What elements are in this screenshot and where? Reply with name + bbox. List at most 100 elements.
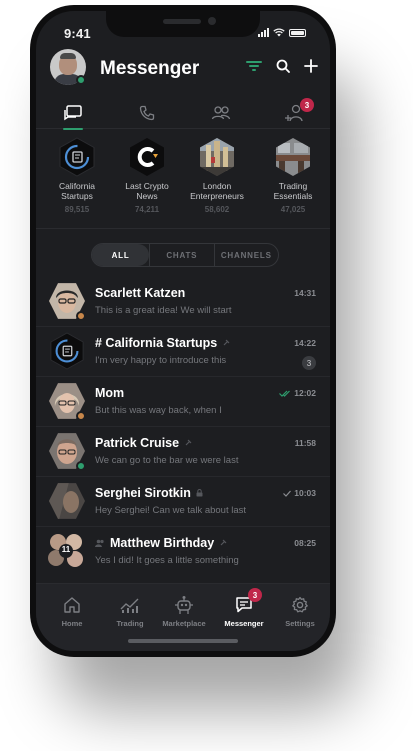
channel-thumb	[274, 137, 312, 177]
nav-label: Home	[61, 619, 83, 628]
chat-row[interactable]: Patrick Cruise We can go to the bar we w…	[36, 427, 330, 477]
gear-icon	[292, 596, 308, 613]
chat-bubbles-icon	[64, 105, 82, 121]
tab-requests[interactable]: 3	[270, 97, 320, 129]
chat-row[interactable]: Serghei Sirotkin Hey Serghei! Can we tal…	[36, 477, 330, 527]
chat-preview: Hey Serghei! Can we talk about last	[95, 505, 247, 516]
channel-count: 47,025	[280, 205, 306, 214]
contacts-icon	[211, 106, 231, 120]
crypto-logo-icon	[130, 138, 164, 176]
channel-count: 89,515	[64, 205, 90, 214]
category-tabs: 3	[36, 97, 330, 130]
channel-count: 74,211	[134, 205, 160, 214]
nav-marketplace[interactable]: Marketplace	[156, 594, 212, 628]
channel-thumb	[198, 137, 236, 177]
search-icon[interactable]	[276, 59, 290, 73]
status-bar: 9:41	[36, 26, 330, 42]
chat-time: 10:03	[283, 488, 316, 498]
nav-settings[interactable]: Settings	[272, 594, 328, 628]
chat-time: 08:25	[294, 538, 316, 548]
channel-card[interactable]: California Startups 89,515	[44, 137, 110, 214]
bottom-navigation: Home Trading Marketplace 3 Messenger Set…	[36, 583, 330, 651]
contact-avatar	[49, 382, 86, 421]
filter-chats[interactable]: CHATS	[149, 244, 213, 266]
chat-row[interactable]: # California Startups I'm very happy to …	[36, 327, 330, 377]
group-avatar: 11	[47, 532, 85, 570]
double-check-icon	[279, 390, 291, 397]
chat-preview: I'm very happy to introduce this	[95, 355, 227, 366]
channel-card[interactable]: Trading Essentials 47,025	[260, 137, 326, 214]
chat-preview: But this was way back, when I	[95, 405, 222, 416]
filter-icon[interactable]	[246, 60, 262, 72]
chat-name: Patrick Cruise	[95, 436, 192, 450]
tab-contacts[interactable]	[196, 97, 246, 129]
nav-label: Messenger	[224, 619, 264, 628]
phone-frame: 9:41 Messenger 3 California Startups 89,…	[30, 5, 336, 657]
chat-time: 11:58	[294, 438, 316, 448]
status-dot	[76, 461, 86, 471]
chat-time: 14:31	[294, 288, 316, 298]
filter-all[interactable]: ALL	[92, 244, 150, 266]
pin-icon	[185, 439, 192, 446]
chat-list: Scarlett Katzen This is a great idea! We…	[36, 277, 330, 577]
nav-label: Trading	[116, 619, 144, 628]
wifi-icon	[273, 28, 285, 37]
contact-avatar	[49, 482, 85, 520]
group-member-count: 11	[61, 545, 71, 554]
channel-name-line2: Enterpreneurs	[190, 191, 244, 201]
nav-messenger[interactable]: 3 Messenger	[216, 588, 272, 628]
startups-logo-icon	[50, 332, 84, 370]
channel-card[interactable]: London Enterpreneurs 58,602	[184, 137, 250, 214]
chat-preview: Yes I did! It goes a little something	[95, 555, 239, 566]
check-icon	[283, 490, 292, 497]
chat-name: Mom	[95, 386, 125, 400]
status-dot	[76, 411, 86, 421]
nav-label: Settings	[285, 619, 315, 628]
app-screen: 9:41 Messenger 3 California Startups 89,…	[36, 11, 330, 651]
speaker	[163, 19, 201, 24]
channel-name-line2: Startups	[61, 191, 93, 201]
chat-row[interactable]: 11 Matthew Birthday Yes I did! It goes a…	[36, 527, 330, 577]
status-dot	[76, 311, 86, 321]
home-indicator[interactable]	[128, 639, 238, 643]
channel-count: 58,602	[204, 205, 230, 214]
online-status-dot	[76, 75, 86, 85]
trading-photo-icon	[276, 138, 310, 176]
add-icon[interactable]	[304, 59, 318, 73]
group-icon	[95, 539, 104, 547]
chat-row[interactable]: Scarlett Katzen This is a great idea! We…	[36, 277, 330, 327]
lock-icon	[196, 489, 203, 497]
header: Messenger	[50, 49, 318, 91]
channel-name-line2: Essentials	[273, 191, 313, 201]
channel-card[interactable]: Last Crypto News 74,211	[114, 137, 180, 214]
channel-avatar	[49, 332, 85, 370]
chat-filter-segmented: ALL CHATS CHANNELS	[91, 243, 279, 267]
home-icon	[64, 597, 80, 613]
header-actions	[246, 59, 318, 73]
channel-name-line2: News	[136, 191, 158, 201]
pin-icon	[220, 539, 227, 546]
chat-preview: We can go to the bar we were last	[95, 455, 239, 466]
tab-chats[interactable]	[48, 97, 98, 130]
chat-row[interactable]: Mom But this was way back, when I 12:02	[36, 377, 330, 427]
chat-name: Matthew Birthday	[95, 536, 227, 550]
tab-calls[interactable]	[122, 97, 172, 129]
page-title: Messenger	[100, 58, 200, 79]
filter-channels[interactable]: CHANNELS	[213, 244, 278, 266]
status-icons	[258, 28, 306, 37]
contact-avatar	[49, 432, 86, 471]
channel-name-line1: California	[59, 181, 95, 191]
chat-name: Scarlett Katzen	[95, 286, 186, 300]
camera	[208, 17, 216, 25]
channel-name-line1: London	[202, 181, 232, 191]
status-time: 9:41	[64, 26, 91, 41]
pin-icon	[223, 339, 230, 346]
nav-trading[interactable]: Trading	[102, 594, 158, 628]
messenger-badge: 3	[248, 588, 262, 602]
trading-chart-icon	[120, 598, 139, 613]
nav-home[interactable]: Home	[44, 594, 100, 628]
london-photo-icon	[200, 138, 234, 176]
featured-channels: California Startups 89,515 Last Crypto N…	[36, 137, 330, 229]
channel-name-line1: Last Crypto	[125, 181, 169, 191]
chat-preview: This is a great idea! We will start	[95, 305, 232, 316]
